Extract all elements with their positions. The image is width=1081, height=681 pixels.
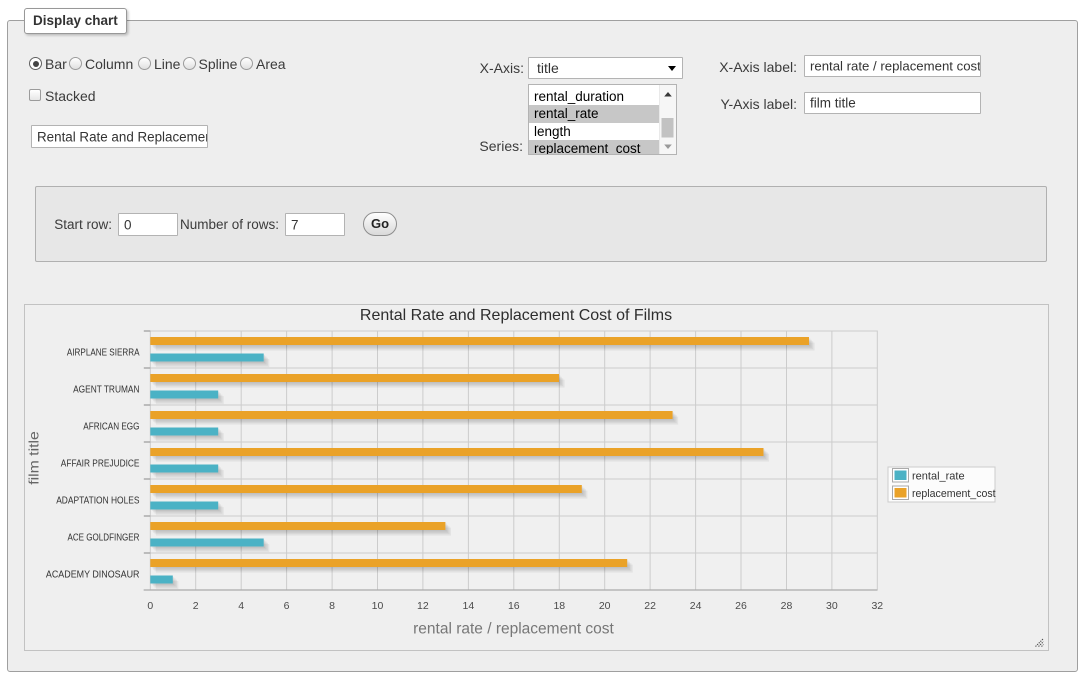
svg-text:AGENT TRUMAN: AGENT TRUMAN (73, 385, 139, 396)
svg-text:2: 2 (193, 600, 199, 612)
svg-text:32: 32 (871, 600, 883, 612)
svg-text:24: 24 (690, 600, 702, 612)
svg-text:AFRICAN EGG: AFRICAN EGG (83, 422, 139, 433)
svg-text:22: 22 (644, 600, 656, 612)
svg-text:6: 6 (284, 600, 290, 612)
svg-text:28: 28 (781, 600, 793, 612)
svg-text:replacement_cost: replacement_cost (912, 488, 996, 500)
svg-text:rental rate / replacement cost: rental rate / replacement cost (413, 621, 614, 638)
svg-text:ACE GOLDFINGER: ACE GOLDFINGER (68, 533, 140, 544)
svg-text:26: 26 (735, 600, 747, 612)
svg-text:AIRPLANE SIERRA: AIRPLANE SIERRA (67, 348, 140, 359)
svg-text:film title: film title (27, 431, 43, 485)
svg-text:Rental Rate and Replacement Co: Rental Rate and Replacement Cost of Film… (360, 307, 672, 324)
svg-text:20: 20 (599, 600, 611, 612)
svg-text:ACADEMY DINOSAUR: ACADEMY DINOSAUR (46, 570, 140, 581)
svg-text:18: 18 (553, 600, 565, 612)
svg-text:16: 16 (508, 600, 520, 612)
svg-text:30: 30 (826, 600, 838, 612)
svg-text:14: 14 (463, 600, 475, 612)
svg-text:10: 10 (372, 600, 384, 612)
svg-text:8: 8 (329, 600, 335, 612)
svg-text:12: 12 (417, 600, 429, 612)
svg-text:AFFAIR PREJUDICE: AFFAIR PREJUDICE (61, 459, 140, 470)
svg-text:0: 0 (147, 600, 153, 612)
svg-text:rental_rate: rental_rate (912, 471, 965, 483)
svg-text:ADAPTATION HOLES: ADAPTATION HOLES (56, 496, 140, 507)
svg-text:4: 4 (238, 600, 244, 612)
